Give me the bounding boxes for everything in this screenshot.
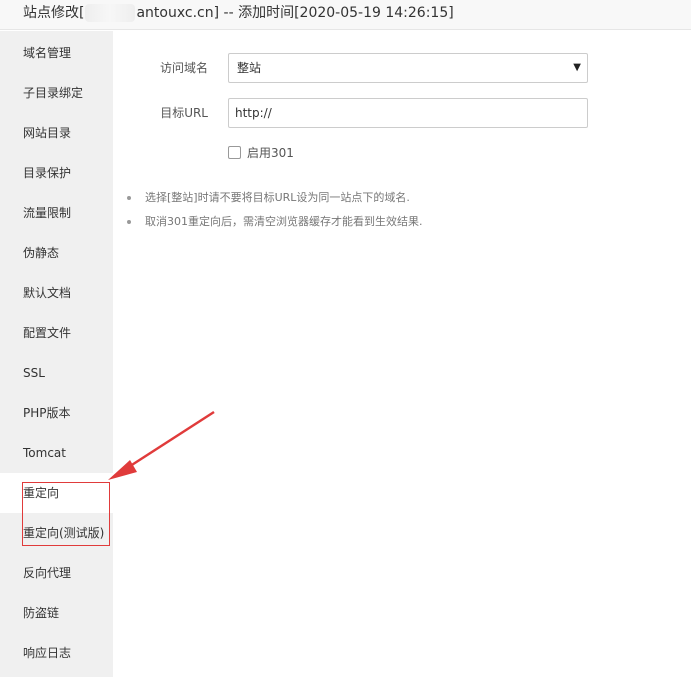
enable-301-label: 启用301 (247, 146, 294, 160)
chevron-down-icon: ▼ (573, 62, 581, 73)
sidebar: 域名管理 子目录绑定 网站目录 目录保护 流量限制 伪静态 默认文档 配置文件 … (0, 31, 113, 677)
domain-label: 访问域名 (159, 61, 208, 75)
title-prefix: 站点修改[ (23, 5, 85, 21)
tip-item: 取消301重定向后，需清空浏览器缓存才能看到生效结果. (123, 210, 683, 234)
sidebar-item-directory-protection[interactable]: 目录保护 (0, 153, 113, 193)
sidebar-item-redirect-beta[interactable]: 重定向(测试版) (0, 513, 113, 553)
sidebar-item-site-directory[interactable]: 网站目录 (0, 113, 113, 153)
sidebar-item-rewrite[interactable]: 伪静态 (0, 233, 113, 273)
tip-item: 选择[整站]时请不要将目标URL设为同一站点下的域名. (123, 186, 683, 210)
sidebar-item-reverse-proxy[interactable]: 反向代理 (0, 553, 113, 593)
redacted-domain (85, 4, 136, 22)
sidebar-item-ssl[interactable]: SSL (0, 353, 113, 393)
tips-list: 选择[整站]时请不要将目标URL设为同一站点下的域名. 取消301重定向后，需清… (123, 186, 683, 234)
sidebar-item-default-document[interactable]: 默认文档 (0, 273, 113, 313)
sidebar-item-response-log[interactable]: 响应日志 (0, 633, 113, 673)
sidebar-item-traffic-limit[interactable]: 流量限制 (0, 193, 113, 233)
redirect-panel: 访问域名 整站 ▼ 目标URL http:// 启用301 选择[整站]时请不要… (113, 31, 691, 677)
enable-301-checkbox[interactable] (228, 146, 241, 159)
enable-301-row[interactable]: 启用301 (228, 145, 294, 161)
target-url-input[interactable]: http:// (228, 98, 588, 128)
sidebar-item-php-version[interactable]: PHP版本 (0, 393, 113, 433)
sidebar-item-redirect[interactable]: 重定向 (0, 473, 113, 513)
sidebar-item-config-file[interactable]: 配置文件 (0, 313, 113, 353)
domain-select-value: 整站 (237, 61, 262, 75)
target-url-label: 目标URL (160, 106, 208, 120)
domain-select[interactable]: 整站 ▼ (228, 53, 588, 83)
sidebar-item-subdirectory-binding[interactable]: 子目录绑定 (0, 73, 113, 113)
sidebar-item-hotlink-protection[interactable]: 防盗链 (0, 593, 113, 633)
window-title: 站点修改[ antouxc.cn] -- 添加时间[2020-05-19 14:2… (0, 0, 691, 30)
title-suffix: antouxc.cn] -- 添加时间[2020-05-19 14:26:15] (136, 5, 454, 21)
sidebar-item-domain-management[interactable]: 域名管理 (0, 33, 113, 73)
sidebar-item-tomcat[interactable]: Tomcat (0, 433, 113, 473)
